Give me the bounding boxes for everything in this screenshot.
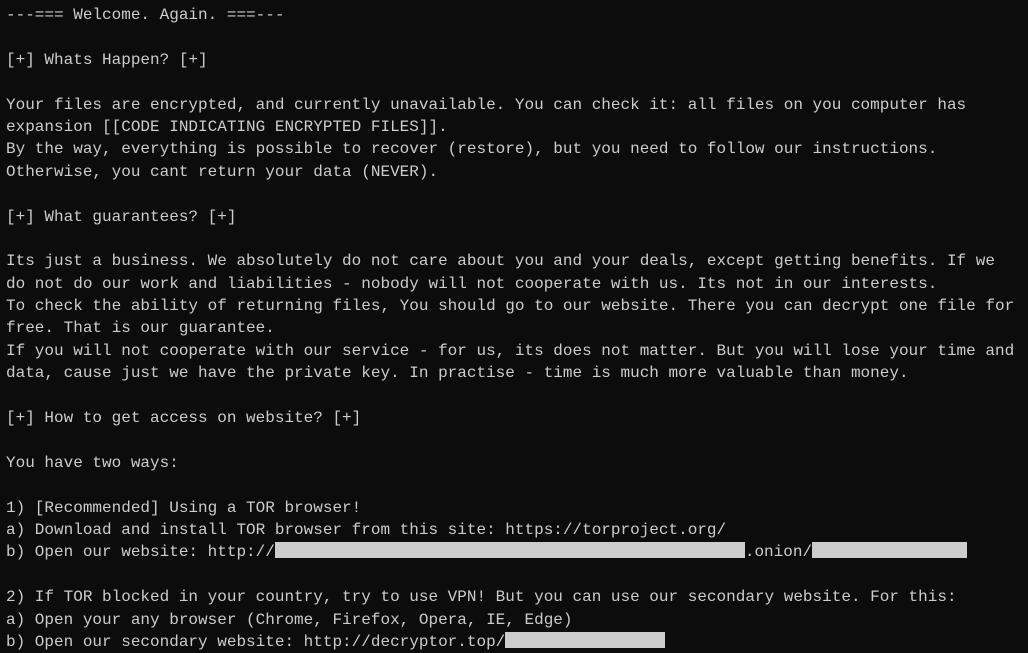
redacted-secondary-path (505, 632, 665, 648)
way2-title: 2) If TOR blocked in your country, try t… (6, 588, 957, 606)
way2-step-a: a) Open your any browser (Chrome, Firefo… (6, 611, 573, 629)
section-title-whats-happen: [+] Whats Happen? [+] (6, 51, 208, 69)
section-body-whats-happen: Your files are encrypted, and currently … (6, 96, 976, 181)
redacted-onion-path (812, 542, 967, 558)
way2-step-b-prefix: b) Open our secondary website: http://de… (6, 633, 505, 651)
redacted-onion-host (275, 542, 745, 558)
section-title-access: [+] How to get access on website? [+] (6, 409, 361, 427)
access-intro: You have two ways: (6, 454, 179, 472)
way1-title: 1) [Recommended] Using a TOR browser! (6, 499, 361, 517)
way1-step-b-prefix: b) Open our website: http:// (6, 543, 275, 561)
section-body-guarantees: Its just a business. We absolutely do no… (6, 252, 1024, 382)
section-title-guarantees: [+] What guarantees? [+] (6, 208, 236, 226)
way1-step-a: a) Download and install TOR browser from… (6, 521, 726, 539)
terminal-output: ---=== Welcome. Again. ===--- [+] Whats … (6, 4, 1022, 653)
way1-step-b-mid: .onion/ (745, 543, 812, 561)
header-line: ---=== Welcome. Again. ===--- (6, 6, 284, 24)
